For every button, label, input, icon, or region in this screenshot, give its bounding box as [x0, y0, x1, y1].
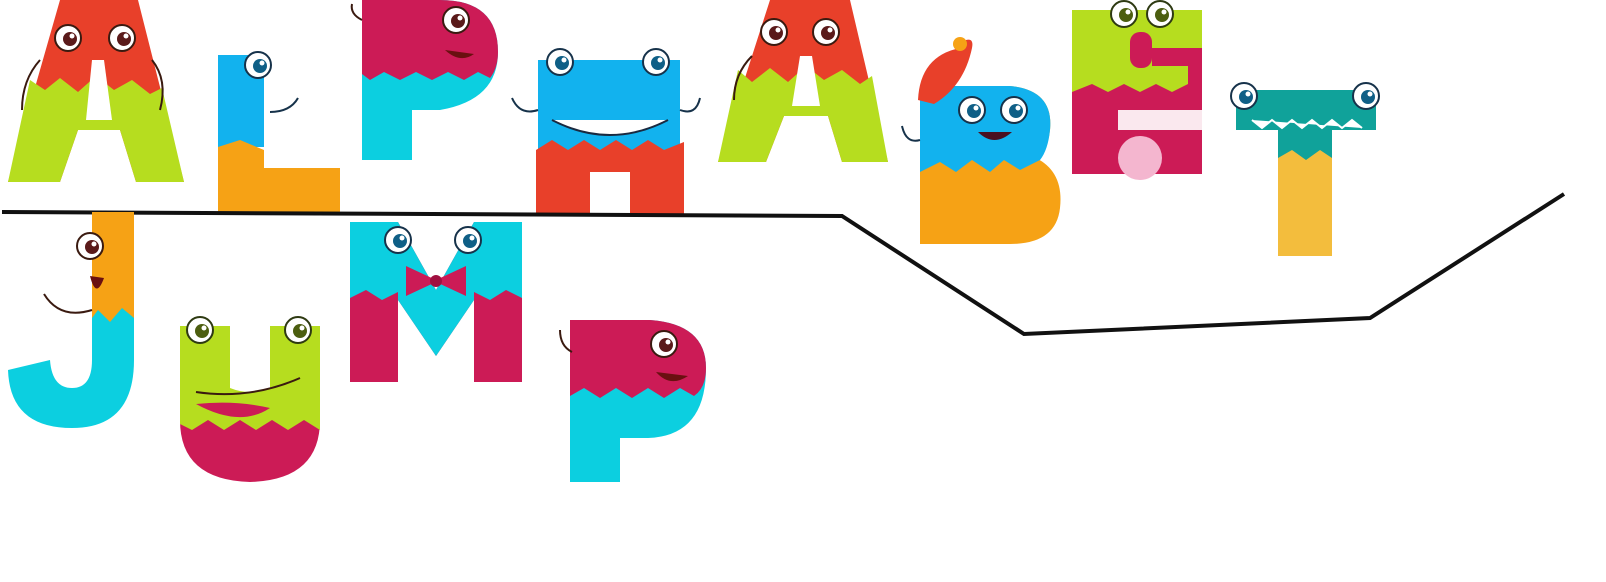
letter-t-character [1230, 82, 1380, 256]
letter-a-character [718, 0, 888, 162]
letter-b-character [901, 37, 1061, 244]
letter-p-character [559, 320, 706, 482]
letter-u-character [180, 316, 320, 482]
letter-e-character [1072, 0, 1202, 180]
game-stage [1, 0, 1566, 482]
letter-j-character [8, 212, 134, 428]
letter-p-character [350, 0, 498, 160]
letter-h-character [511, 48, 701, 216]
letter-a-character [8, 0, 184, 182]
letter-l-character [218, 51, 340, 212]
letter-m-character [350, 222, 522, 382]
